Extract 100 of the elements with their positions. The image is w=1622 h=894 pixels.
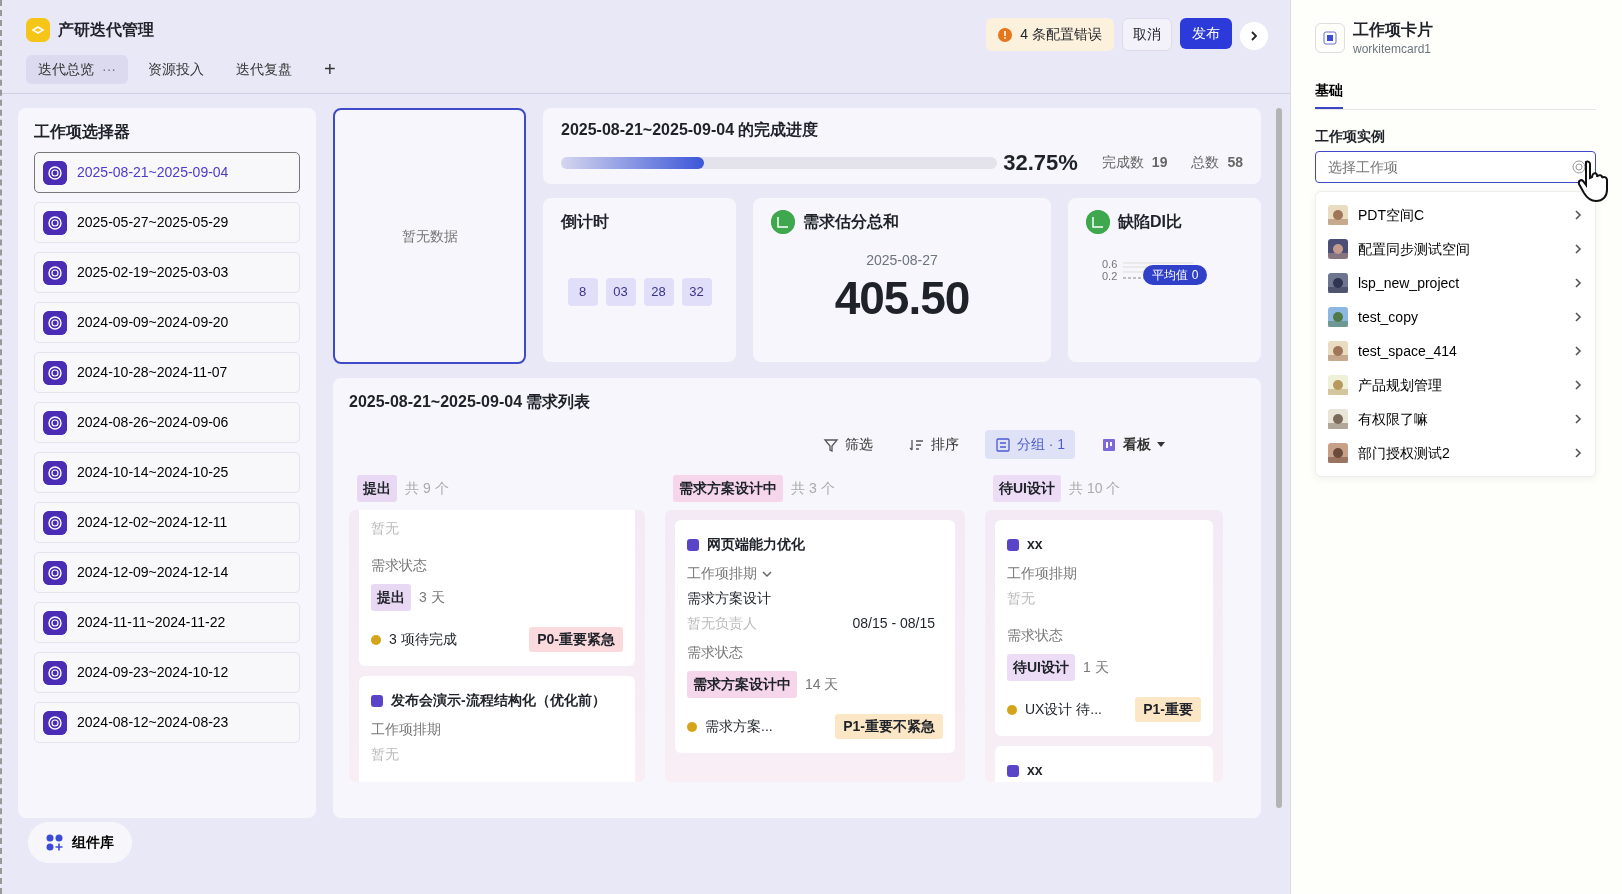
days-text: 14 天 [805, 675, 839, 694]
item-icon [43, 510, 67, 535]
countdown-digit: 03 [605, 278, 636, 306]
requirement-card[interactable]: 网页端能力优化 工作项排期 需求方案设计 暂无负责人 08/15 - 08/15 需求状态 需求方案设计中 14 天 需求方案... P1-重要不紧急 [675, 520, 955, 753]
selector-item[interactable]: 2024-10-28~2024-11-07 [34, 352, 300, 393]
requirement-card[interactable]: xx [995, 746, 1213, 782]
toolbar-button[interactable]: 分组 · 1 [984, 430, 1075, 459]
field-value: 暂无 [371, 745, 400, 764]
priority-tag: P1-重要不紧急 [835, 714, 943, 739]
chevron-right-icon [1573, 447, 1583, 459]
item-icon [43, 310, 67, 335]
card-title: xx [1027, 535, 1043, 554]
panel-title: 工作项选择器 [34, 122, 131, 142]
card-component-icon [1315, 23, 1345, 53]
todo-text: UX设计 待... [1025, 700, 1103, 719]
chevron-right-icon [1573, 243, 1583, 255]
publish-button[interactable]: 发布 [1180, 18, 1232, 49]
empty-card[interactable]: 暂无数据 [333, 108, 526, 364]
toolbar-button[interactable]: 看板 [1091, 430, 1175, 459]
requirement-card[interactable]: xx 工作项排期 暂无 需求状态 待UI设计 1 天 UX设计 待... P1-重要 [995, 520, 1213, 736]
days-text: 3 天 [419, 588, 445, 607]
item-type-icon [1007, 764, 1019, 777]
add-tab-button[interactable]: + [312, 50, 348, 88]
days-text: 1 天 [1083, 658, 1109, 677]
workitem-option[interactable]: 配置同步测试空间 [1316, 232, 1595, 266]
field-label: 需求状态 [1007, 626, 1064, 645]
status-dot-icon [371, 634, 381, 645]
collapse-button[interactable] [1240, 22, 1268, 50]
scrollbar[interactable] [1276, 108, 1282, 808]
page-tab[interactable]: 迭代总览 ··· [26, 54, 128, 84]
item-icon [43, 210, 67, 235]
panel-title: 2025-08-21~2025-09-04 需求列表 [349, 392, 592, 412]
field-label: 工作项排期 [371, 720, 441, 739]
field-value: 暂无 [1007, 589, 1036, 608]
field-label: 工作项排期 [1007, 564, 1077, 583]
column-count: 共 10 个 [1069, 479, 1121, 498]
card-title: 缺陷DI比 [1118, 212, 1182, 232]
selector-item[interactable]: 2024-11-11~2024-11-22 [34, 602, 300, 643]
item-icon [43, 360, 67, 385]
caret-icon [1157, 441, 1165, 448]
toolbar-button[interactable]: 筛选 [812, 430, 883, 459]
selector-item[interactable]: 2025-08-21~2025-09-04 [34, 152, 300, 193]
selector-item[interactable]: 2024-08-26~2024-09-06 [34, 402, 300, 443]
workitem-option[interactable]: test_copy [1316, 300, 1595, 334]
workitem-option[interactable]: PDT空间C [1316, 198, 1595, 232]
item-icon [43, 410, 67, 435]
requirement-card[interactable]: 发布会演示-流程结构化（优化前） 工作项排期 暂无 [359, 676, 635, 782]
countdown-digit: 28 [643, 278, 674, 306]
panel-tab[interactable]: 基础 [1315, 74, 1343, 109]
card-title: 发布会演示-流程结构化（优化前） [391, 691, 606, 710]
stage-name: 需求方案设计 [687, 589, 772, 608]
toolbar-button[interactable]: 排序 [898, 430, 969, 459]
done-count: 19 [1151, 153, 1168, 172]
grid-icon [46, 833, 64, 852]
selector-item[interactable]: 2024-09-09~2024-09-20 [34, 302, 300, 343]
item-icon [43, 260, 67, 285]
progress-percent: 32.75% [1003, 149, 1078, 177]
column-count: 共 9 个 [405, 479, 449, 498]
selector-item[interactable]: 2024-09-23~2024-10-12 [34, 652, 300, 693]
item-icon [43, 610, 67, 635]
item-icon [43, 160, 67, 185]
chevron-right-icon [1573, 277, 1583, 289]
priority-tag: P1-重要 [1135, 697, 1201, 722]
card-title: xx [1027, 761, 1043, 780]
selector-item[interactable]: 2024-12-09~2024-12-14 [34, 552, 300, 593]
status-tag: 提出 [357, 475, 397, 502]
config-error-chip[interactable]: 4 条配置错误 [986, 18, 1114, 51]
chevron-right-icon [1573, 413, 1583, 425]
workitem-option[interactable]: 部门授权测试2 [1316, 436, 1595, 470]
app-logo-icon [26, 18, 50, 42]
selector-item[interactable]: 2024-10-14~2024-10-25 [34, 452, 300, 493]
selector-item[interactable]: 2024-08-12~2024-08-23 [34, 702, 300, 743]
workitem-option[interactable]: 产品规划管理 [1316, 368, 1595, 402]
selector-item[interactable]: 2024-12-02~2024-12-11 [34, 502, 300, 543]
item-type-icon [687, 538, 699, 551]
item-select-field[interactable]: 选择工作项 [1315, 151, 1596, 183]
field-label: 工作项排期 [687, 564, 757, 583]
target-icon [1572, 160, 1586, 174]
page-tab[interactable]: 迭代复盘 [224, 54, 304, 84]
chevron-right-icon [1248, 30, 1260, 42]
item-icon [43, 710, 67, 735]
workitem-option[interactable]: lsp_new_project [1316, 266, 1595, 300]
card-title: 需求估分总和 [803, 212, 899, 232]
warning-icon [998, 27, 1013, 42]
page-tab[interactable]: 资源投入 [136, 54, 216, 84]
workitem-option[interactable]: 有权限了嘛 [1316, 402, 1595, 436]
item-icon [43, 560, 67, 585]
requirement-card[interactable]: 暂无 需求状态 提出 3 天 3 项待完成 P0-重要紧急 [359, 510, 635, 666]
status-dot-icon [1007, 704, 1017, 715]
cancel-button[interactable]: 取消 [1122, 18, 1172, 51]
item-type-icon [1007, 538, 1019, 551]
estimate-value: 405.50 [833, 275, 971, 321]
workitem-option[interactable]: test_space_414 [1316, 334, 1595, 368]
field-label: 工作项实例 [1315, 127, 1386, 146]
selector-item[interactable]: 2025-05-27~2025-05-29 [34, 202, 300, 243]
status-tag: 提出 [371, 584, 411, 611]
field-label: 需求状态 [687, 643, 744, 662]
component-library-button[interactable]: 组件库 [28, 822, 132, 863]
field-value: 暂无 [371, 519, 400, 538]
selector-item[interactable]: 2025-02-19~2025-03-03 [34, 252, 300, 293]
